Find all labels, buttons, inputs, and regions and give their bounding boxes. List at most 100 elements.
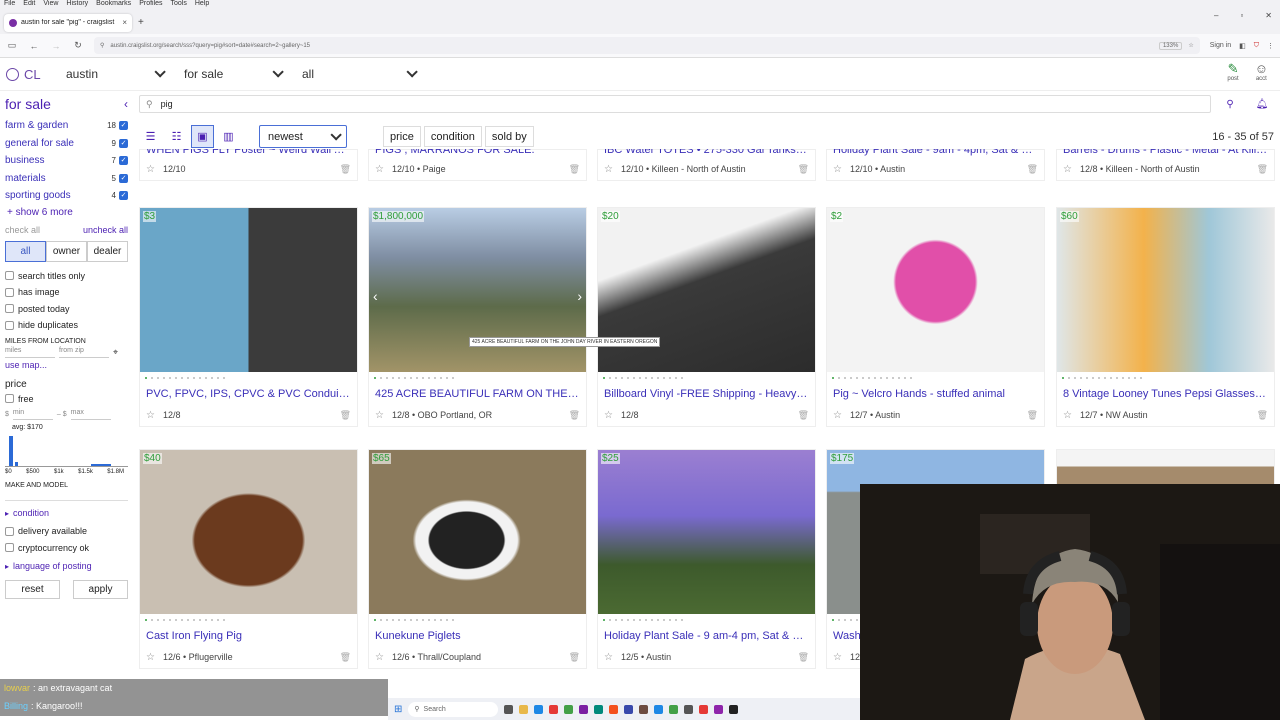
close-window-icon[interactable]: ✕ bbox=[1265, 11, 1272, 20]
menu-item[interactable]: View bbox=[43, 0, 58, 11]
listing-title[interactable]: Barrels - Drums - Plastic - Metal - At K… bbox=[1057, 149, 1274, 158]
listing-card[interactable]: $65 Kunekune Piglets ☆ 12/6 • Thrall/Coupla… bbox=[368, 449, 587, 669]
image-dot[interactable] bbox=[850, 377, 852, 379]
craigslist-logo[interactable]: CL bbox=[6, 67, 58, 82]
hide-trash-icon[interactable]: 🗑︎ bbox=[1027, 410, 1038, 421]
image-dot[interactable] bbox=[603, 377, 605, 379]
image-dot[interactable] bbox=[1110, 377, 1112, 379]
image-dot[interactable] bbox=[416, 619, 418, 621]
image-dot[interactable] bbox=[675, 619, 677, 621]
category-item[interactable]: materials 5 ✓ bbox=[0, 170, 133, 188]
image-dot[interactable] bbox=[410, 377, 412, 379]
image-dot[interactable] bbox=[434, 377, 436, 379]
image-dot[interactable] bbox=[440, 619, 442, 621]
category-item[interactable]: business 7 ✓ bbox=[0, 152, 133, 170]
favorite-star-icon[interactable]: ☆ bbox=[375, 652, 384, 663]
listing-card[interactable]: PIGS , MARRANOS FOR SALE. ☆ 12/10 • Paige 🗑… bbox=[368, 149, 587, 181]
image-dot[interactable] bbox=[175, 619, 177, 621]
back-icon[interactable]: ← bbox=[28, 41, 40, 51]
check-all-link[interactable]: check all bbox=[5, 225, 40, 235]
image-dot[interactable] bbox=[898, 377, 900, 379]
category-item[interactable]: general for sale 9 ✓ bbox=[0, 135, 133, 153]
option-item[interactable]: search titles only bbox=[0, 268, 133, 285]
sidebar-toggle-icon[interactable]: ▭ bbox=[6, 40, 18, 51]
listing-image[interactable]: $60 bbox=[1057, 208, 1274, 372]
image-dot[interactable] bbox=[193, 377, 195, 379]
image-dot[interactable] bbox=[380, 377, 382, 379]
listing-title[interactable]: WHEN PIGS FLY Poster ~ Weird Wall Art... bbox=[140, 149, 357, 158]
image-dot[interactable] bbox=[416, 377, 418, 379]
image-dot[interactable] bbox=[386, 377, 388, 379]
image-dot[interactable] bbox=[633, 619, 635, 621]
image-dot[interactable] bbox=[410, 619, 412, 621]
menu-item[interactable]: Bookmarks bbox=[96, 0, 131, 11]
seller-dealer[interactable]: dealer bbox=[87, 240, 128, 262]
hide-trash-icon[interactable]: 🗑︎ bbox=[798, 164, 809, 175]
image-dot[interactable] bbox=[862, 377, 864, 379]
image-dot[interactable] bbox=[163, 377, 165, 379]
listing-title[interactable]: Cast Iron Flying Pig bbox=[140, 626, 357, 646]
image-dot[interactable] bbox=[615, 619, 617, 621]
favorite-star-icon[interactable]: ☆ bbox=[604, 652, 613, 663]
image-dot[interactable] bbox=[657, 619, 659, 621]
favorite-star-icon[interactable]: ☆ bbox=[833, 652, 842, 663]
taskbar-app-icon[interactable] bbox=[609, 704, 619, 714]
image-dot[interactable] bbox=[856, 377, 858, 379]
image-dot[interactable] bbox=[844, 619, 846, 621]
image-dot[interactable] bbox=[603, 619, 605, 621]
listing-card[interactable]: $1,800,000 ‹ › 425 ACRE BEAUTIFUL FARM ON T… bbox=[368, 207, 587, 427]
image-dot[interactable] bbox=[832, 377, 834, 379]
image-dot[interactable] bbox=[1122, 377, 1124, 379]
taskbar-app-icon[interactable] bbox=[579, 704, 589, 714]
image-dot[interactable] bbox=[157, 619, 159, 621]
listing-card[interactable]: $3 PVC, FPVC, IPS, CPVC & PVC Conduit Pip… bbox=[139, 207, 358, 427]
seller-all[interactable]: all bbox=[5, 240, 46, 262]
listing-card[interactable]: Barrels - Drums - Plastic - Metal - At K… bbox=[1056, 149, 1275, 181]
option-checkbox[interactable] bbox=[5, 271, 14, 281]
image-dot[interactable] bbox=[1128, 377, 1130, 379]
taskbar-app-icon[interactable] bbox=[654, 704, 664, 714]
image-dot[interactable] bbox=[193, 619, 195, 621]
subcategory-select[interactable]: all bbox=[294, 62, 422, 86]
listing-title[interactable]: 425 ACRE BEAUTIFUL FARM ON THE JOH... bbox=[369, 384, 586, 404]
listing-image[interactable]: $1,800,000 ‹ › bbox=[369, 208, 586, 372]
option-checkbox[interactable] bbox=[5, 320, 14, 330]
image-dot[interactable] bbox=[850, 619, 852, 621]
image-dot[interactable] bbox=[398, 377, 400, 379]
favorite-star-icon[interactable]: ☆ bbox=[1063, 164, 1072, 175]
listing-image[interactable]: $40 bbox=[140, 450, 357, 614]
favorite-star-icon[interactable]: ☆ bbox=[604, 410, 613, 421]
address-bar[interactable]: ⚲ austin.craigslist.org/search/sss?query… bbox=[94, 37, 1200, 54]
hide-trash-icon[interactable]: 🗑︎ bbox=[798, 410, 809, 421]
price-histogram[interactable]: avg: $170 $0 $500 $1k $1.5k $1.8M bbox=[5, 422, 128, 480]
image-dot[interactable] bbox=[452, 377, 454, 379]
shield-icon[interactable]: ⛉ bbox=[1254, 42, 1259, 50]
listing-card[interactable]: $25 Holiday Plant Sale - 9 am-4 pm, Sat &… bbox=[597, 449, 816, 669]
image-dot[interactable] bbox=[669, 619, 671, 621]
image-dot[interactable] bbox=[404, 619, 406, 621]
taskbar-app-icon[interactable] bbox=[624, 704, 634, 714]
sold-by-filter-button[interactable]: sold by bbox=[484, 126, 534, 147]
image-dot[interactable] bbox=[1092, 377, 1094, 379]
favorite-star-icon[interactable]: ☆ bbox=[604, 164, 613, 175]
favorite-star-icon[interactable]: ☆ bbox=[833, 410, 842, 421]
taskbar-app-icon[interactable] bbox=[714, 704, 724, 714]
taskbar-app-icon[interactable] bbox=[564, 704, 574, 714]
listing-image[interactable]: $2 bbox=[827, 208, 1044, 372]
bookmark-star-icon[interactable]: ☆ bbox=[1188, 42, 1193, 49]
option-item[interactable]: posted today bbox=[0, 301, 133, 318]
forward-icon[interactable]: → bbox=[50, 41, 62, 51]
image-dot[interactable] bbox=[657, 377, 659, 379]
crypto-option[interactable]: cryptocurrency ok bbox=[0, 540, 133, 557]
zip-input[interactable]: from zip bbox=[59, 347, 109, 358]
image-dot[interactable] bbox=[633, 377, 635, 379]
image-dot[interactable] bbox=[838, 619, 840, 621]
windows-start-icon[interactable]: ⊞ bbox=[394, 704, 402, 715]
make-model-input[interactable] bbox=[5, 491, 128, 501]
min-price-input[interactable]: min bbox=[12, 409, 53, 420]
show-more-link[interactable]: + show 6 more bbox=[0, 205, 133, 221]
image-dot[interactable] bbox=[669, 377, 671, 379]
list-view-icon[interactable]: ☰ bbox=[139, 125, 162, 148]
collapse-sidebar-icon[interactable]: ‹ bbox=[124, 97, 128, 111]
menu-item[interactable]: Profiles bbox=[139, 0, 162, 11]
